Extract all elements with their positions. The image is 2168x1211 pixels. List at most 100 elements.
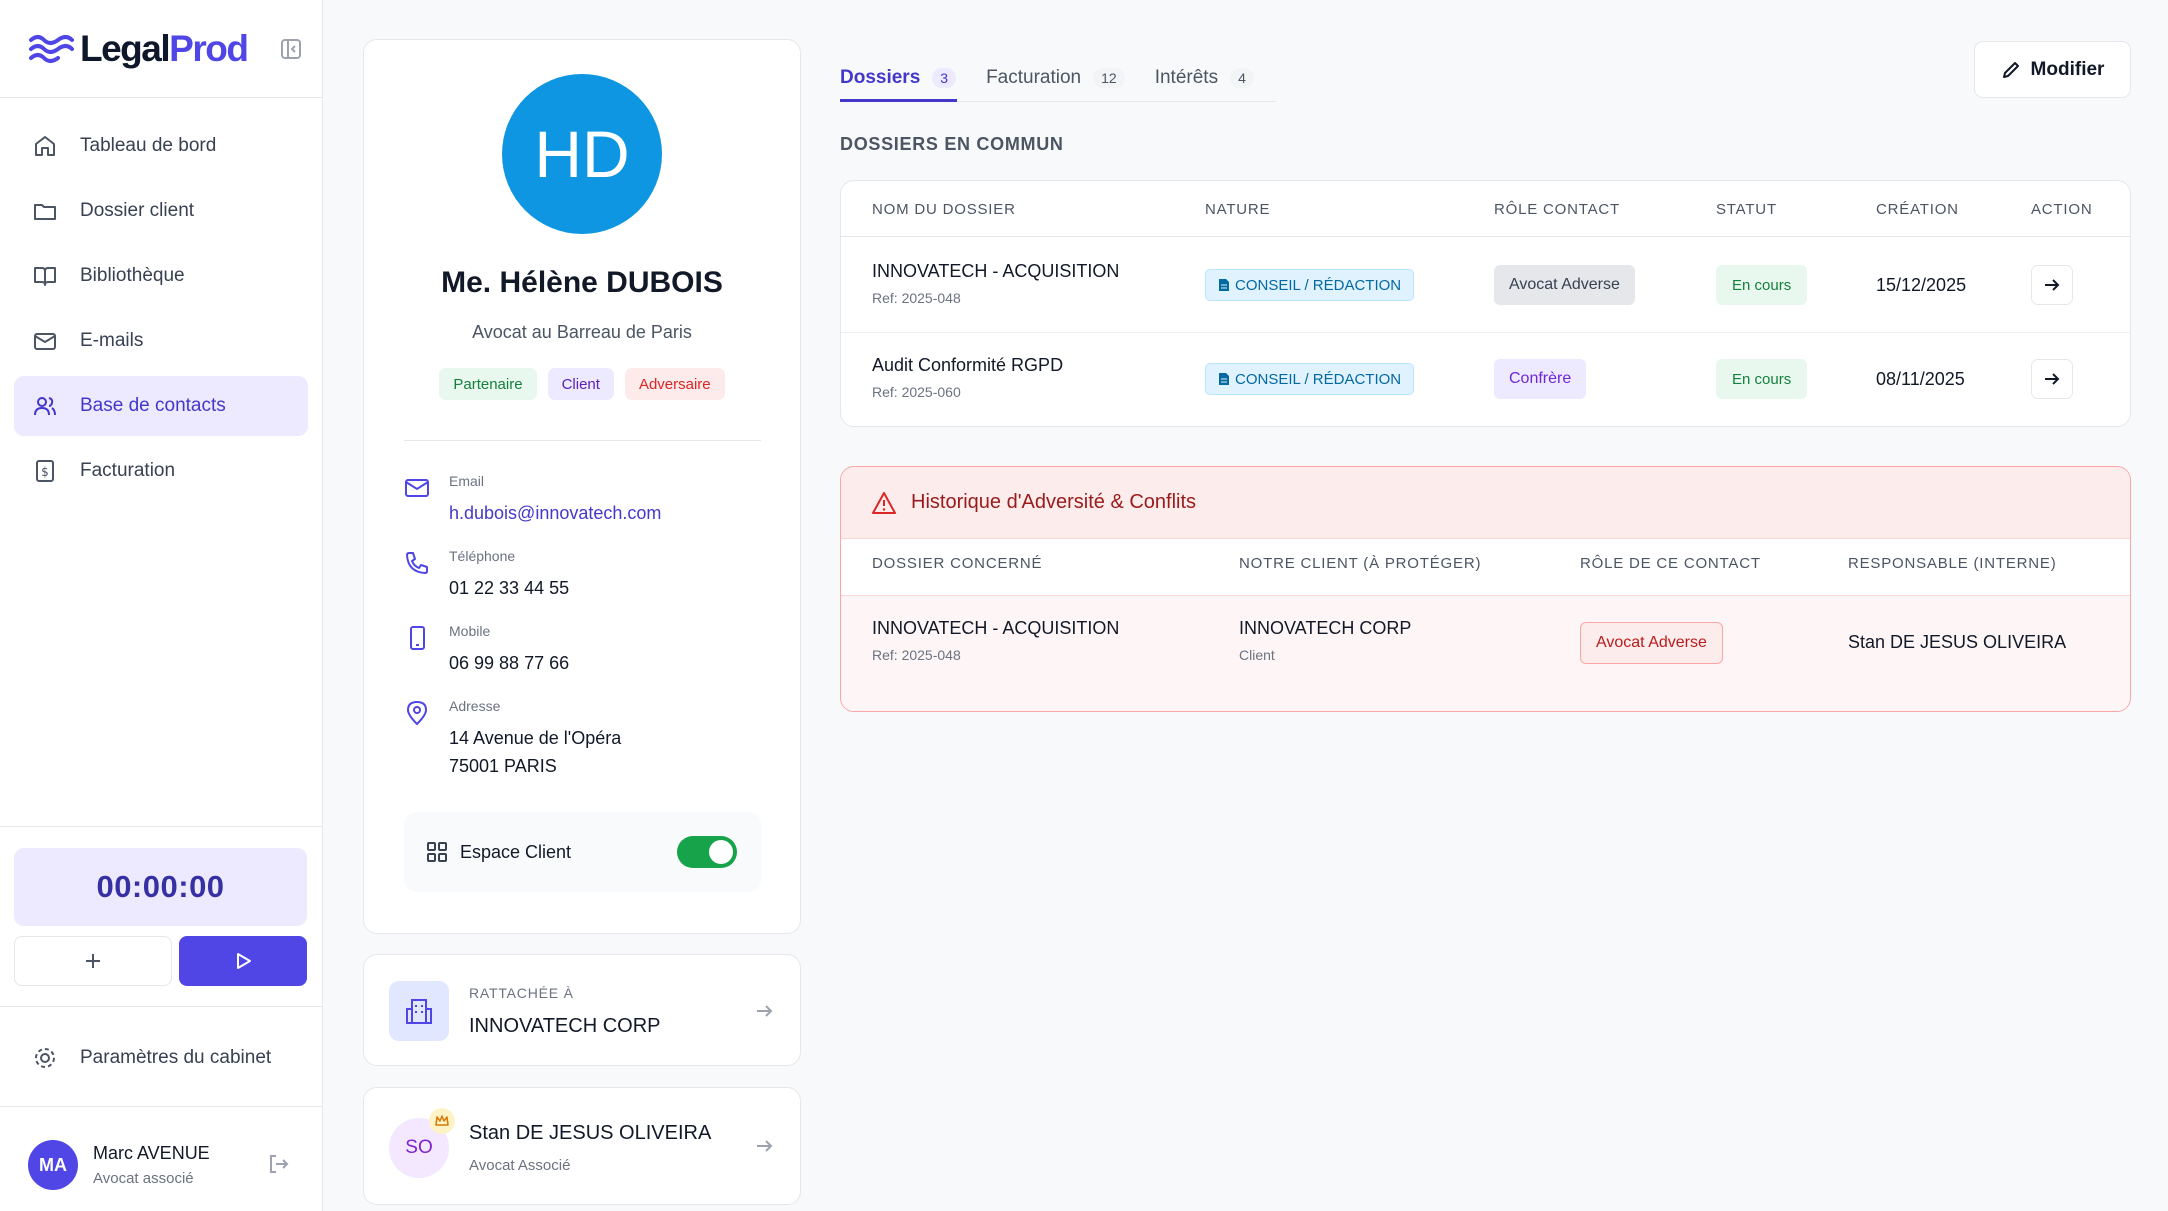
tab-dossiers[interactable]: Dossiers 3 <box>840 54 986 102</box>
main-nav: Tableau de bord Dossier client Bibliothè… <box>0 98 322 501</box>
nav-item-dossier-client[interactable]: Dossier client <box>14 181 308 241</box>
mobile-value[interactable]: 06 99 88 77 66 <box>449 649 569 677</box>
svg-text:$: $ <box>41 465 49 479</box>
tab-interets[interactable]: Intérêts 4 <box>1155 54 1284 102</box>
contact-avatar: HD <box>502 74 662 234</box>
column-header: ACTION <box>2031 201 2093 218</box>
nav-item-parametres[interactable]: Paramètres du cabinet <box>14 1028 307 1088</box>
column-header: CRÉATION <box>1876 201 1959 218</box>
folder-icon <box>34 204 56 220</box>
divider <box>841 332 2130 333</box>
conflict-dossier[interactable]: INNOVATECH - ACQUISITION Ref: 2025-048 <box>872 618 1119 663</box>
column-header: NOM DU DOSSIER <box>872 201 1016 218</box>
timer-add-button[interactable] <box>14 936 172 986</box>
map-pin-icon <box>406 700 428 726</box>
dossier-name: INNOVATECH - ACQUISITION <box>872 618 1120 638</box>
toggle-knob <box>709 840 733 864</box>
nature-badge: CONSEIL / RÉDACTION <box>1205 269 1415 301</box>
book-icon <box>34 267 56 286</box>
phone-value[interactable]: 01 22 33 44 55 <box>449 574 569 602</box>
role-badge: Avocat Adverse <box>1580 622 1723 664</box>
contact-tags: Partenaire Client Adversaire <box>364 368 800 400</box>
table-row-name[interactable]: Audit Conformité RGPD Ref: 2025-060 <box>872 355 1063 400</box>
contact-title: Avocat au Barreau de Paris <box>472 322 692 342</box>
column-header: RÔLE DE CE CONTACT <box>1580 555 1761 572</box>
gear-icon <box>35 1048 55 1068</box>
company-link-card[interactable]: RATTACHÉE À INNOVATECH CORP <box>363 954 801 1066</box>
nav-item-emails[interactable]: E-mails <box>14 311 308 371</box>
crown-icon <box>429 1108 455 1134</box>
nature-badge: CONSEIL / RÉDACTION <box>1205 363 1415 395</box>
tab-label: Dossiers <box>840 67 921 88</box>
email-link[interactable]: h.dubois@innovatech.com <box>449 499 661 527</box>
pencil-icon <box>2002 61 2019 78</box>
invoice-icon: $ <box>36 460 54 482</box>
arrow-right-icon <box>757 1005 773 1017</box>
arrow-right-icon <box>2045 279 2060 291</box>
logout-icon[interactable] <box>266 1152 290 1176</box>
nav-item-bibliotheque[interactable]: Bibliothèque <box>14 246 308 306</box>
mobile-label: Mobile <box>449 623 491 639</box>
user-info: Marc AVENUE Avocat associé <box>93 1143 210 1187</box>
divider <box>404 440 761 441</box>
company-link-label: RATTACHÉE À <box>469 985 574 1001</box>
timer-display: 00:00:00 <box>14 848 307 926</box>
nav-label: Base de contacts <box>80 395 226 416</box>
table-row-name[interactable]: INNOVATECH - ACQUISITION Ref: 2025-048 <box>872 261 1119 306</box>
user-name: Marc AVENUE <box>93 1143 210 1163</box>
responsible-card[interactable]: SO Stan DE JESUS OLIVEIRA Avocat Associé <box>363 1087 801 1205</box>
mail-icon <box>405 479 429 497</box>
company-name: INNOVATECH CORP <box>469 1015 661 1037</box>
home-icon <box>35 136 55 156</box>
collapse-sidebar-icon[interactable] <box>280 38 302 60</box>
role-badge: Avocat Adverse <box>1494 265 1635 305</box>
avatar: MA <box>28 1140 78 1190</box>
contact-name: Me. Hélène DUBOIS <box>441 266 723 299</box>
arrow-right-icon <box>2045 373 2060 385</box>
role-badge: Confrère <box>1494 359 1587 399</box>
dossiers-table: NOM DU DOSSIER NATURE RÔLE CONTACT STATU… <box>840 180 2131 427</box>
sidebar: LegalProd Tableau de bord Dossier client… <box>0 0 323 1211</box>
timer-play-button[interactable] <box>179 936 307 986</box>
client-name: INNOVATECH CORP <box>1239 618 1412 638</box>
nav-label: Tableau de bord <box>80 135 217 156</box>
tab-count: 4 <box>1230 68 1254 88</box>
address-line-1: 14 Avenue de l'Opéra <box>449 728 622 748</box>
responsible-role: Avocat Associé <box>469 1157 571 1174</box>
active-tab-indicator <box>840 99 957 102</box>
edit-button[interactable]: Modifier <box>1974 41 2131 98</box>
espace-client-toggle[interactable] <box>677 836 737 868</box>
document-icon <box>1219 373 1229 385</box>
building-icon <box>389 981 449 1041</box>
arrow-right-icon <box>757 1140 773 1152</box>
nav-label: Dossier client <box>80 200 195 221</box>
open-dossier-button[interactable] <box>2031 359 2073 399</box>
espace-client-label: Espace Client <box>460 841 572 862</box>
column-header: RESPONSABLE (INTERNE) <box>1848 555 2057 572</box>
logo-text[interactable]: LegalProd <box>80 28 249 70</box>
column-header: RÔLE CONTACT <box>1494 201 1620 218</box>
divider <box>0 826 323 827</box>
responsible-internal: Stan DE JESUS OLIVEIRA <box>1848 632 2067 652</box>
status-badge: En cours <box>1716 359 1808 399</box>
address-line-2: 75001 PARIS <box>449 756 557 776</box>
tab-facturation[interactable]: Facturation 12 <box>986 54 1155 102</box>
nav-item-base-de-contacts[interactable]: Base de contacts <box>14 376 308 436</box>
tab-count: 12 <box>1093 68 1125 88</box>
edit-button-label: Modifier <box>2030 58 2105 80</box>
nature-label: CONSEIL / RÉDACTION <box>1235 370 1402 388</box>
responsible-name: Stan DE JESUS OLIVEIRA <box>469 1122 712 1144</box>
creation-date: 08/11/2025 <box>1876 369 1965 389</box>
logo-icon <box>29 34 74 63</box>
mobile-icon <box>410 626 425 650</box>
user-profile[interactable]: MA Marc AVENUE Avocat associé <box>28 1140 210 1190</box>
phone-icon <box>406 552 428 574</box>
status-badge: En cours <box>1716 265 1808 305</box>
nav-item-tableau-de-bord[interactable]: Tableau de bord <box>14 116 308 176</box>
dossier-name: Audit Conformité RGPD <box>872 355 1064 375</box>
tag-adversaire: Adversaire <box>624 368 725 400</box>
contact-profile-card: HD Me. Hélène DUBOIS Avocat au Barreau d… <box>363 39 801 934</box>
open-dossier-button[interactable] <box>2031 265 2073 305</box>
nav-item-facturation[interactable]: $ Facturation <box>14 441 308 501</box>
users-icon <box>34 397 56 416</box>
